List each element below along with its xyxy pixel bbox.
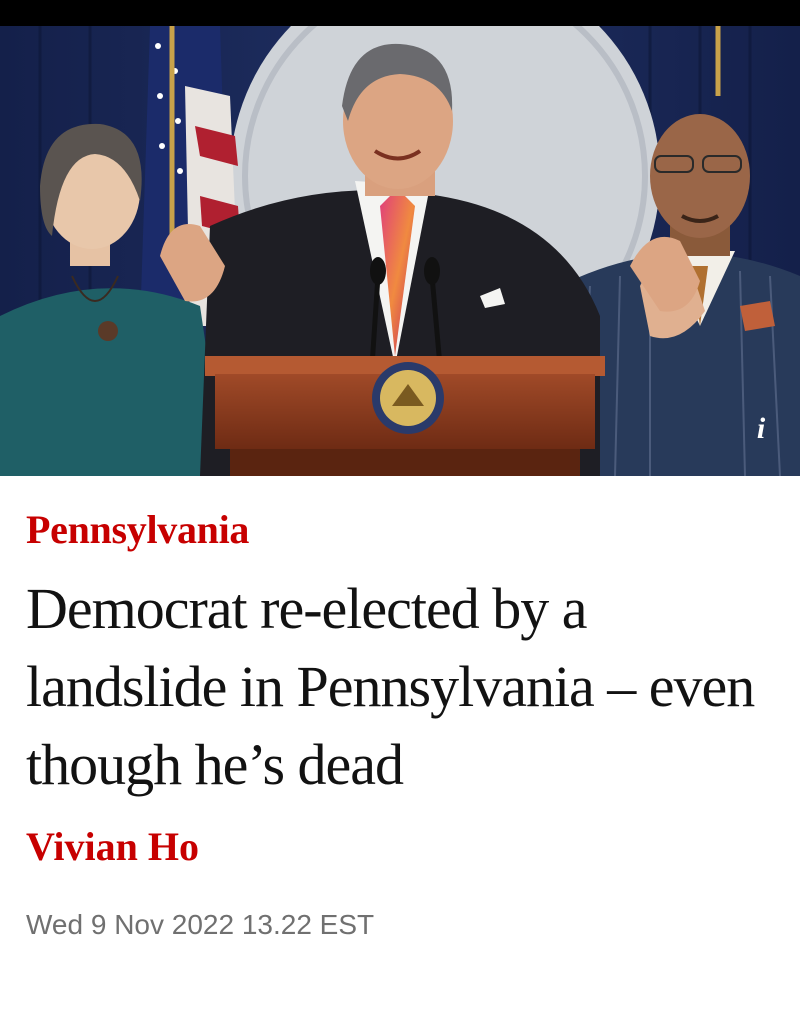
publish-date: Wed 9 Nov 2022 13.22 EST <box>26 909 375 940</box>
headline: Democrat re-elected by a landslide in Pe… <box>26 576 755 797</box>
podium <box>205 356 605 476</box>
article-header: Pennsylvania Democrat re-elected by a la… <box>26 476 776 942</box>
author-link[interactable]: Vivian Ho <box>26 822 776 872</box>
info-icon[interactable]: i <box>744 412 778 446</box>
hero-photo[interactable]: i <box>0 26 800 476</box>
section-link[interactable]: Pennsylvania <box>26 506 776 554</box>
hero-illustration <box>0 26 800 476</box>
top-bar <box>0 0 800 26</box>
